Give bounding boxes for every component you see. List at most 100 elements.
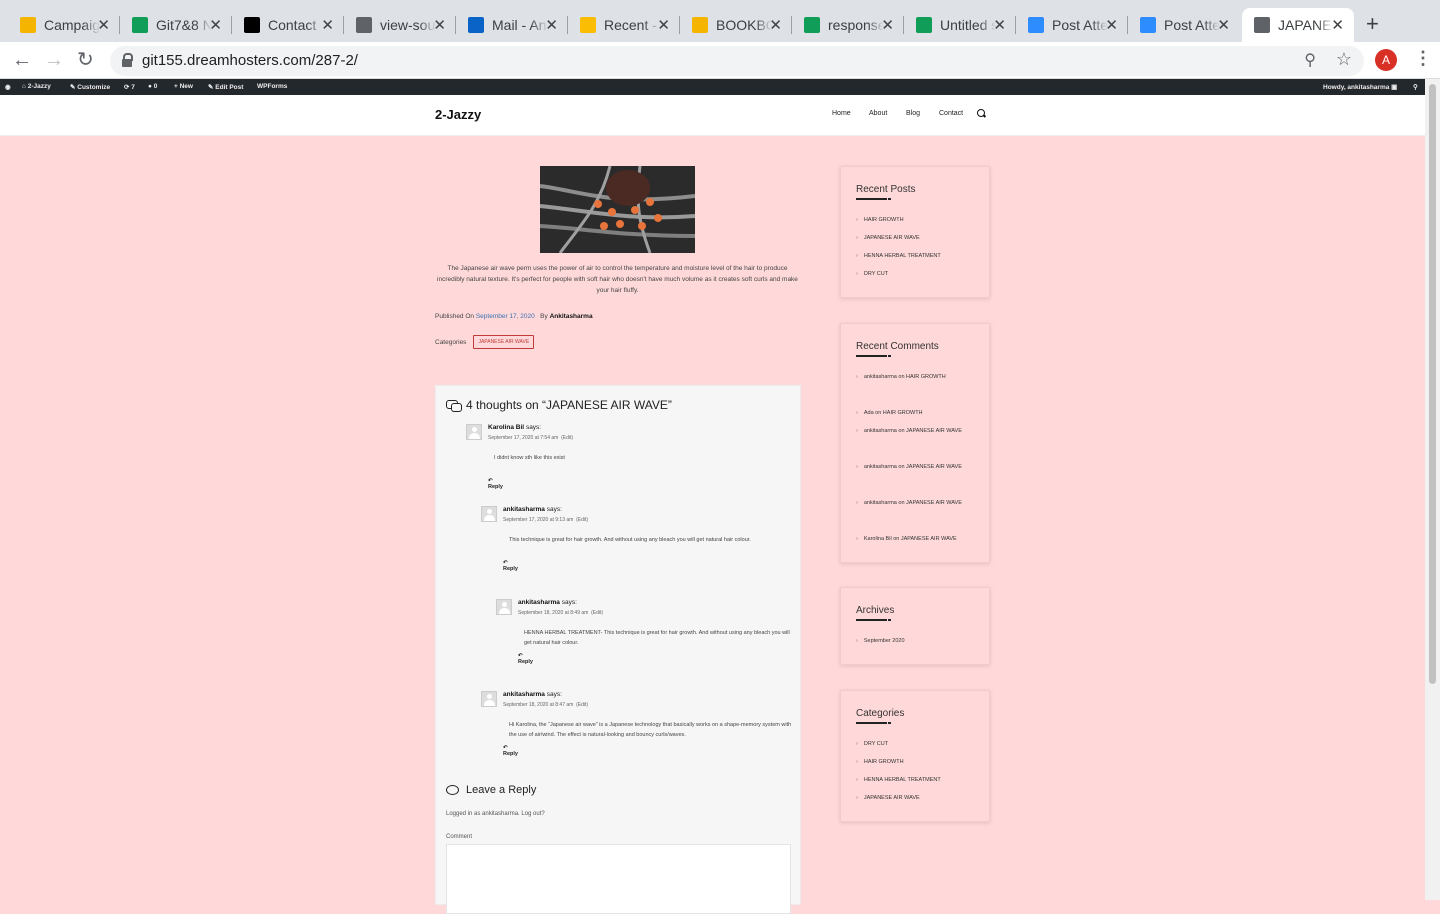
- category-tag[interactable]: JAPANESE AIR WAVE: [473, 335, 535, 349]
- widget-list-item[interactable]: › ankitasharma on HAIR GROWTH: [856, 368, 976, 386]
- zoom-icon[interactable]: ⚲: [1304, 50, 1316, 70]
- reply-link[interactable]: ↶ Reply: [488, 478, 503, 490]
- browser-tab[interactable]: Post Atte ✕: [1016, 8, 1128, 42]
- close-tab-icon[interactable]: ✕: [1331, 16, 1344, 34]
- admin-site-link[interactable]: ⌂ 2-Jazzy: [22, 83, 51, 90]
- close-tab-icon[interactable]: ✕: [881, 16, 894, 34]
- admin-howdy-link[interactable]: Howdy, ankitasharma ▣: [1323, 83, 1397, 91]
- close-tab-icon[interactable]: ✕: [1105, 16, 1118, 34]
- widget-list-item[interactable]: › ankitasharma on JAPANESE AIR WAVE: [856, 494, 976, 512]
- browser-tab[interactable]: Post Atte ✕: [1128, 8, 1240, 42]
- widget-item-label[interactable]: HENNA HERBAL TREATMENT: [864, 247, 969, 265]
- widget-item-label[interactable]: Ada on HAIR GROWTH: [864, 404, 969, 422]
- browser-tab[interactable]: Git7&8 N ✕: [120, 8, 232, 42]
- admin-wpforms-link[interactable]: WPForms: [257, 83, 287, 90]
- post-author-link[interactable]: Ankitasharma: [550, 313, 593, 320]
- comment-date-link[interactable]: September 18, 2020 at 8:49 am: [518, 610, 588, 616]
- lock-icon[interactable]: [122, 53, 133, 67]
- new-tab-button[interactable]: +: [1366, 12, 1379, 36]
- widget-list-item[interactable]: › HENNA HERBAL TREATMENT: [856, 771, 976, 789]
- nav-home[interactable]: Home: [832, 110, 851, 117]
- widget-list-item[interactable]: › ankitasharma on JAPANESE AIR WAVE: [856, 422, 976, 440]
- close-tab-icon[interactable]: ✕: [545, 16, 558, 34]
- forward-icon[interactable]: →: [44, 48, 64, 72]
- widget-item-label[interactable]: DRY CUT: [864, 265, 969, 283]
- close-tab-icon[interactable]: ✕: [1217, 16, 1230, 34]
- browser-tab[interactable]: Campaign✕: [8, 8, 120, 42]
- close-tab-icon[interactable]: ✕: [769, 16, 782, 34]
- browser-tab[interactable]: Contact ✕: [232, 8, 344, 42]
- widget-list-item[interactable]: › DRY CUT: [856, 735, 976, 753]
- comment-edit-link[interactable]: (Edit): [576, 517, 588, 523]
- comment-date-link[interactable]: September 18, 2020 at 8:47 am: [503, 702, 573, 708]
- nav-about[interactable]: About: [869, 110, 887, 117]
- nav-blog[interactable]: Blog: [906, 110, 920, 117]
- close-tab-icon[interactable]: ✕: [433, 16, 446, 34]
- browser-tab[interactable]: BOOKBO ✕: [680, 8, 792, 42]
- profile-avatar[interactable]: A: [1375, 49, 1397, 71]
- browser-tab[interactable]: response ✕: [792, 8, 904, 42]
- address-bar[interactable]: git155.dreamhosters.com/287-2/ ⚲ ☆: [110, 46, 1364, 76]
- admin-edit-post-link[interactable]: ✎ Edit Post: [208, 83, 243, 91]
- widget-item-label[interactable]: HAIR GROWTH: [864, 753, 969, 771]
- close-tab-icon[interactable]: ✕: [321, 16, 334, 34]
- reply-link[interactable]: ↶ Reply: [503, 745, 518, 757]
- widget-list-item[interactable]: › HENNA HERBAL TREATMENT: [856, 247, 976, 265]
- widget-item-label[interactable]: ankitasharma on JAPANESE AIR WAVE: [864, 458, 969, 476]
- comment-edit-link[interactable]: (Edit): [576, 702, 588, 708]
- reply-link[interactable]: ↶ Reply: [503, 560, 518, 572]
- site-brand[interactable]: 2-Jazzy: [435, 107, 481, 122]
- comment-author-name[interactable]: ankitasharma: [518, 599, 560, 606]
- bookmark-star-icon[interactable]: ☆: [1336, 49, 1352, 70]
- comment-author-name[interactable]: Karolina Bil: [488, 424, 524, 431]
- widget-item-label[interactable]: HAIR GROWTH: [864, 211, 969, 229]
- comment-textarea[interactable]: [446, 844, 791, 914]
- widget-list-item[interactable]: › DRY CUT: [856, 265, 976, 283]
- url-text[interactable]: git155.dreamhosters.com/287-2/: [142, 52, 358, 69]
- widget-item-label[interactable]: September 2020: [864, 632, 969, 650]
- back-icon[interactable]: ←: [12, 48, 32, 72]
- reply-link[interactable]: ↶ Reply: [518, 653, 533, 665]
- browser-tab[interactable]: Untitled s ✕: [904, 8, 1016, 42]
- browser-tab[interactable]: Mail - An ✕: [456, 8, 568, 42]
- widget-list-item[interactable]: › HAIR GROWTH: [856, 211, 976, 229]
- page-scrollbar-thumb[interactable]: [1429, 84, 1436, 684]
- comment-author-name[interactable]: ankitasharma: [503, 506, 545, 513]
- widget-item-label[interactable]: ankitasharma on HAIR GROWTH: [864, 368, 969, 386]
- widget-list-item[interactable]: › JAPANESE AIR WAVE: [856, 789, 976, 807]
- browser-tab[interactable]: JAPANES✕: [1242, 8, 1354, 42]
- comment-edit-link[interactable]: (Edit): [561, 435, 573, 441]
- widget-item-label[interactable]: HENNA HERBAL TREATMENT: [864, 771, 969, 789]
- widget-list-item[interactable]: › September 2020: [856, 632, 976, 650]
- admin-new-link[interactable]: + New: [174, 83, 193, 90]
- close-tab-icon[interactable]: ✕: [993, 16, 1006, 34]
- browser-tab[interactable]: view-sour ✕: [344, 8, 456, 42]
- widget-item-label[interactable]: ankitasharma on JAPANESE AIR WAVE: [864, 494, 969, 512]
- browser-menu-icon[interactable]: ⋮: [1414, 48, 1432, 69]
- reload-icon[interactable]: ↻: [77, 48, 94, 72]
- admin-customize-link[interactable]: ✎ Customize: [70, 83, 110, 91]
- nav-contact[interactable]: Contact: [939, 110, 963, 117]
- close-tab-icon[interactable]: ✕: [97, 16, 110, 34]
- admin-updates-link[interactable]: ⟳ 7: [124, 83, 135, 91]
- widget-list-item[interactable]: › HAIR GROWTH: [856, 753, 976, 771]
- admin-search-icon[interactable]: ⚲: [1413, 83, 1418, 91]
- widget-item-label[interactable]: JAPANESE AIR WAVE: [864, 229, 969, 247]
- widget-list-item[interactable]: › JAPANESE AIR WAVE: [856, 229, 976, 247]
- browser-tab[interactable]: Recent - G✕: [568, 8, 680, 42]
- site-search-icon[interactable]: [977, 109, 986, 118]
- widget-item-label[interactable]: JAPANESE AIR WAVE: [864, 789, 969, 807]
- wordpress-logo-icon[interactable]: ◉: [5, 83, 11, 91]
- widget-item-label[interactable]: Karolina Bil on JAPANESE AIR WAVE: [864, 530, 969, 548]
- comment-date-link[interactable]: September 17, 2020 at 7:54 am: [488, 435, 558, 441]
- widget-list-item[interactable]: › Karolina Bil on JAPANESE AIR WAVE: [856, 530, 976, 548]
- widget-list-item[interactable]: › ankitasharma on JAPANESE AIR WAVE: [856, 458, 976, 476]
- widget-item-label[interactable]: ankitasharma on JAPANESE AIR WAVE: [864, 422, 969, 440]
- comment-author-name[interactable]: ankitasharma: [503, 691, 545, 698]
- comment-edit-link[interactable]: (Edit): [591, 610, 603, 616]
- comment-date-link[interactable]: September 17, 2020 at 9:13 am: [503, 517, 573, 523]
- logged-in-text[interactable]: Logged in as ankitasharma. Log out?: [446, 811, 545, 817]
- widget-list-item[interactable]: › Ada on HAIR GROWTH: [856, 404, 976, 422]
- close-tab-icon[interactable]: ✕: [209, 16, 222, 34]
- widget-item-label[interactable]: DRY CUT: [864, 735, 969, 753]
